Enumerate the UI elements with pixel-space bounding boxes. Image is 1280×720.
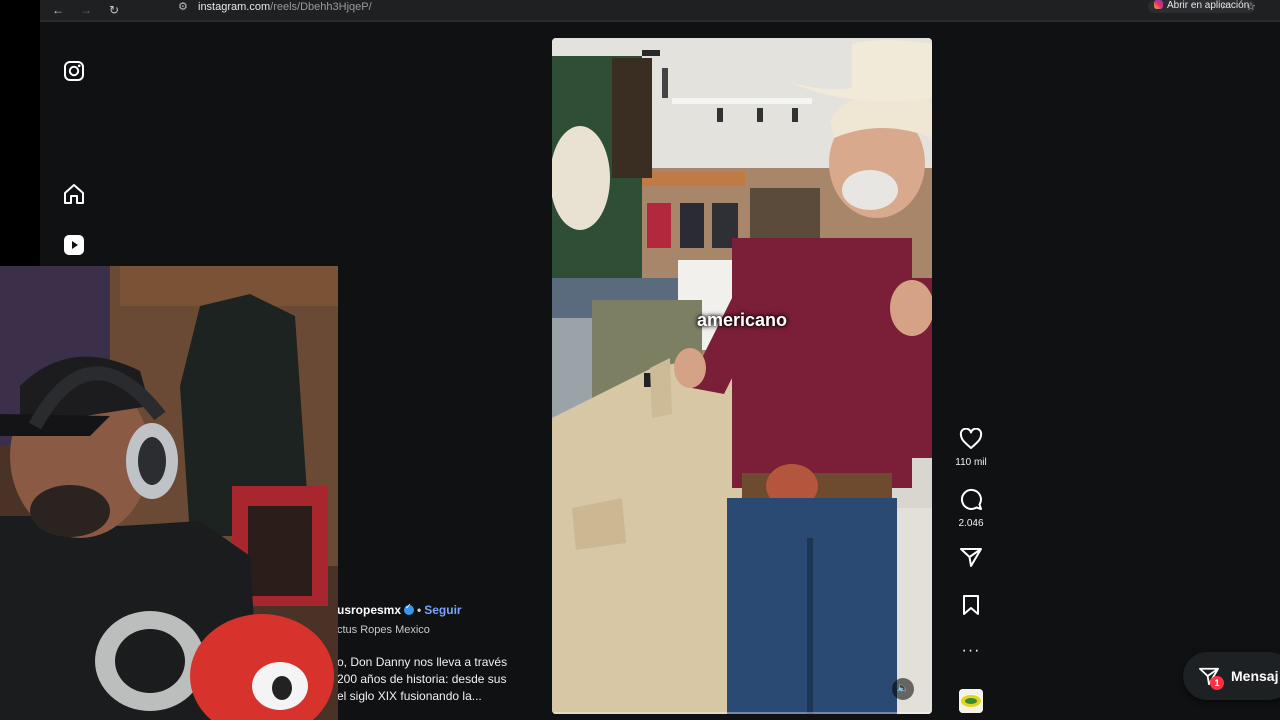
address-bar[interactable]: ⚙ instagram.com/reels/Dbehh3HjqeP/ bbox=[178, 0, 1138, 18]
instagram-mini-icon bbox=[1154, 0, 1163, 9]
more-icon[interactable]: ··· bbox=[958, 643, 984, 659]
messages-badge: 1 bbox=[1210, 676, 1224, 690]
webcam-overlay bbox=[0, 266, 338, 720]
heart-icon[interactable] bbox=[959, 427, 983, 450]
author-username[interactable]: usropesmx bbox=[337, 603, 401, 617]
reel-progress-bar[interactable] bbox=[552, 712, 932, 714]
mute-icon[interactable]: 🔈 bbox=[892, 678, 914, 700]
comment-action[interactable]: 2.046 bbox=[958, 487, 984, 529]
reels-icon[interactable] bbox=[62, 233, 86, 257]
share-icon[interactable] bbox=[959, 546, 983, 568]
reel-overlay-caption: americano bbox=[696, 310, 788, 330]
likes-count: 110 mil bbox=[955, 457, 987, 468]
follow-button[interactable]: Seguir bbox=[424, 603, 461, 617]
messages-label: Mensaj bbox=[1231, 668, 1279, 684]
open-in-app-button[interactable]: Abrir en aplicación bbox=[1148, 0, 1256, 13]
post-author-row: usropesmx •Seguir bbox=[337, 602, 462, 617]
description-line: el siglo XIX fusionando la... bbox=[337, 689, 482, 703]
comments-count: 2.046 bbox=[958, 518, 984, 529]
post-description[interactable]: o, Don Danny nos lleva a través 200 años… bbox=[337, 654, 537, 705]
description-line: o, Don Danny nos lleva a través bbox=[337, 655, 508, 669]
audio-thumbnail[interactable] bbox=[959, 689, 983, 713]
author-fullname: ctus Ropes Mexico bbox=[337, 624, 430, 636]
description-line: 200 años de historia: desde sus bbox=[337, 672, 507, 686]
star-icon[interactable]: ☆ bbox=[1246, 0, 1256, 13]
url-path: /reels/Dbehh3HjqeP/ bbox=[270, 1, 372, 13]
share-action[interactable] bbox=[958, 546, 984, 573]
reload-icon[interactable]: ↻ bbox=[106, 2, 122, 18]
browser-toolbar: ← → ↻ ⚙ instagram.com/reels/Dbehh3HjqeP/ … bbox=[40, 0, 1280, 22]
comment-icon[interactable] bbox=[959, 487, 983, 511]
home-icon[interactable] bbox=[62, 182, 86, 206]
back-arrow-icon[interactable]: ← bbox=[50, 2, 66, 18]
separator-dot: • bbox=[417, 603, 422, 617]
like-action[interactable]: 110 mil bbox=[955, 427, 987, 468]
reel-video-frame bbox=[552, 38, 932, 714]
zoom-icon[interactable]: ⌕ bbox=[1222, 0, 1228, 13]
save-action[interactable] bbox=[958, 594, 984, 621]
verified-badge-icon bbox=[404, 602, 415, 615]
open-in-app-label: Abrir en aplicación bbox=[1167, 0, 1250, 11]
audio-cover-icon bbox=[959, 689, 983, 713]
url-host: instagram.com bbox=[198, 1, 271, 13]
instagram-icon[interactable] bbox=[62, 59, 86, 83]
messages-button[interactable]: 1 Mensaj bbox=[1183, 652, 1280, 700]
forward-arrow-icon[interactable]: → bbox=[78, 2, 94, 18]
webcam-feed bbox=[0, 266, 338, 720]
reel-video[interactable]: americano 🔈 bbox=[552, 38, 932, 714]
site-settings-icon[interactable]: ⚙ bbox=[178, 0, 190, 14]
bookmark-icon[interactable] bbox=[960, 594, 982, 616]
